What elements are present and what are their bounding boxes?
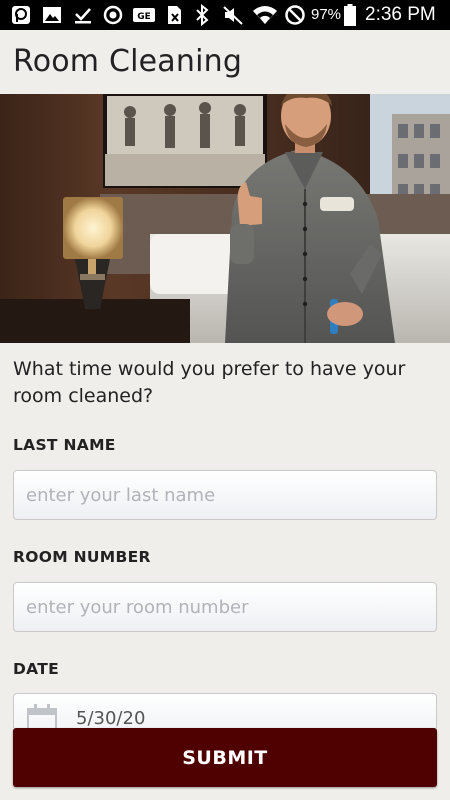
battery-icon bbox=[343, 4, 357, 26]
last-name-label: LAST NAME bbox=[13, 436, 116, 454]
no-sim-icon bbox=[163, 5, 185, 25]
room-cleaning-form: What time would you prefer to have your … bbox=[0, 343, 450, 728]
image-icon bbox=[41, 5, 63, 25]
submit-button[interactable]: SUBMIT bbox=[13, 728, 437, 787]
room-number-label: ROOM NUMBER bbox=[13, 548, 151, 566]
submit-bar: SUBMIT bbox=[0, 728, 450, 800]
app-header: Room Cleaning bbox=[0, 30, 450, 94]
mute-icon bbox=[221, 5, 245, 25]
download-done-icon bbox=[72, 5, 94, 25]
wifi-icon bbox=[252, 5, 278, 25]
date-picker[interactable]: 5/30/20 bbox=[13, 693, 437, 728]
hero-image bbox=[0, 94, 450, 343]
do-not-disturb-icon bbox=[284, 5, 306, 25]
calendar-icon bbox=[26, 703, 58, 728]
room-number-input[interactable] bbox=[13, 582, 437, 632]
last-name-input[interactable] bbox=[13, 470, 437, 520]
sync-icon bbox=[101, 5, 125, 25]
app-p-icon bbox=[10, 5, 32, 25]
clock: 2:36 PM bbox=[365, 4, 436, 25]
battery-percent: 97% bbox=[311, 6, 342, 23]
bluetooth-icon bbox=[193, 4, 211, 26]
ge-icon: GE bbox=[131, 5, 157, 25]
date-value: 5/30/20 bbox=[76, 708, 146, 728]
status-bar: GE 97% 2:36 PM bbox=[0, 0, 450, 30]
form-prompt: What time would you prefer to have your … bbox=[13, 358, 406, 407]
page-title: Room Cleaning bbox=[13, 44, 243, 79]
svg-text:GE: GE bbox=[137, 12, 151, 22]
hotel-housekeeper-photo bbox=[0, 94, 450, 343]
date-label: DATE bbox=[13, 660, 60, 678]
